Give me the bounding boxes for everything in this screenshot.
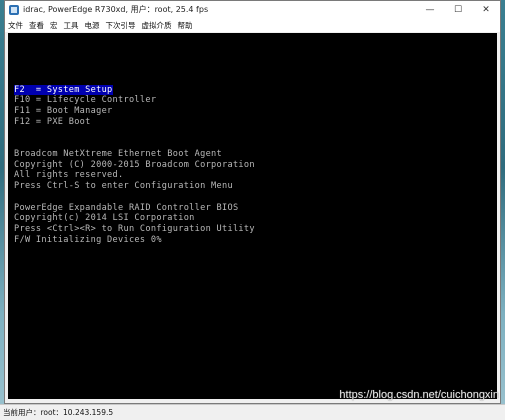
- current-user-status: 当前用户：root：10.243.159.5: [3, 408, 114, 417]
- menu-bar: 文件 查看 宏 工具 电源 下次引导 虚拟介质 帮助: [5, 18, 500, 32]
- status-bar: 当前用户：root：10.243.159.5: [0, 404, 505, 420]
- remote-console-screen[interactable]: F2 = System Setup F10 = Lifecycle Contro…: [8, 33, 497, 399]
- maximize-button[interactable]: ☐: [444, 1, 472, 18]
- menu-file[interactable]: 文件: [5, 20, 26, 31]
- watermark: https://blog.csdn.net/cuichongxin: [339, 389, 499, 401]
- console-line-system-setup: F2 = System Setup: [14, 85, 113, 95]
- title-bar[interactable]: idrac, PowerEdge R730xd, 用户：root, 25.4 f…: [5, 1, 500, 18]
- window-title: idrac, PowerEdge R730xd, 用户：root, 25.4 f…: [23, 5, 209, 14]
- console-line-perc-bios: PowerEdge Expandable RAID Controller BIO…: [14, 203, 239, 213]
- console-line-lsi-copyright: Copyright(c) 2014 LSI Corporation: [14, 213, 195, 223]
- menu-tools[interactable]: 工具: [61, 20, 82, 31]
- minimize-button[interactable]: —: [416, 1, 444, 18]
- menu-view[interactable]: 查看: [26, 20, 47, 31]
- menu-virtual-media[interactable]: 虚拟介质: [139, 20, 175, 31]
- console-line-broadcom-agent: Broadcom NetXtreme Ethernet Boot Agent: [14, 149, 223, 159]
- window-controls: — ☐ ✕: [416, 1, 500, 18]
- console-line-rights: All rights reserved.: [14, 170, 124, 180]
- console-line-fw-init: F/W Initializing Devices 0%: [14, 235, 162, 245]
- menu-help[interactable]: 帮助: [175, 20, 196, 31]
- console-line-ctrl-s: Press Ctrl-S to enter Configuration Menu: [14, 181, 233, 191]
- console-line-pxe-boot: F12 = PXE Boot: [14, 117, 91, 127]
- console-line-ctrl-r: Press <Ctrl><R> to Run Configuration Uti…: [14, 224, 255, 234]
- menu-macros[interactable]: 宏: [47, 20, 61, 31]
- console-line-lifecycle-controller: F10 = Lifecycle Controller: [14, 95, 157, 105]
- idrac-console-window: idrac, PowerEdge R730xd, 用户：root, 25.4 f…: [4, 0, 501, 404]
- app-icon: [9, 4, 19, 15]
- console-line-broadcom-copyright: Copyright (C) 2000-2015 Broadcom Corpora…: [14, 160, 255, 170]
- menu-next-boot[interactable]: 下次引导: [103, 20, 139, 31]
- console-line-boot-manager: F11 = Boot Manager: [14, 106, 113, 116]
- menu-power[interactable]: 电源: [82, 20, 103, 31]
- close-button[interactable]: ✕: [472, 1, 500, 18]
